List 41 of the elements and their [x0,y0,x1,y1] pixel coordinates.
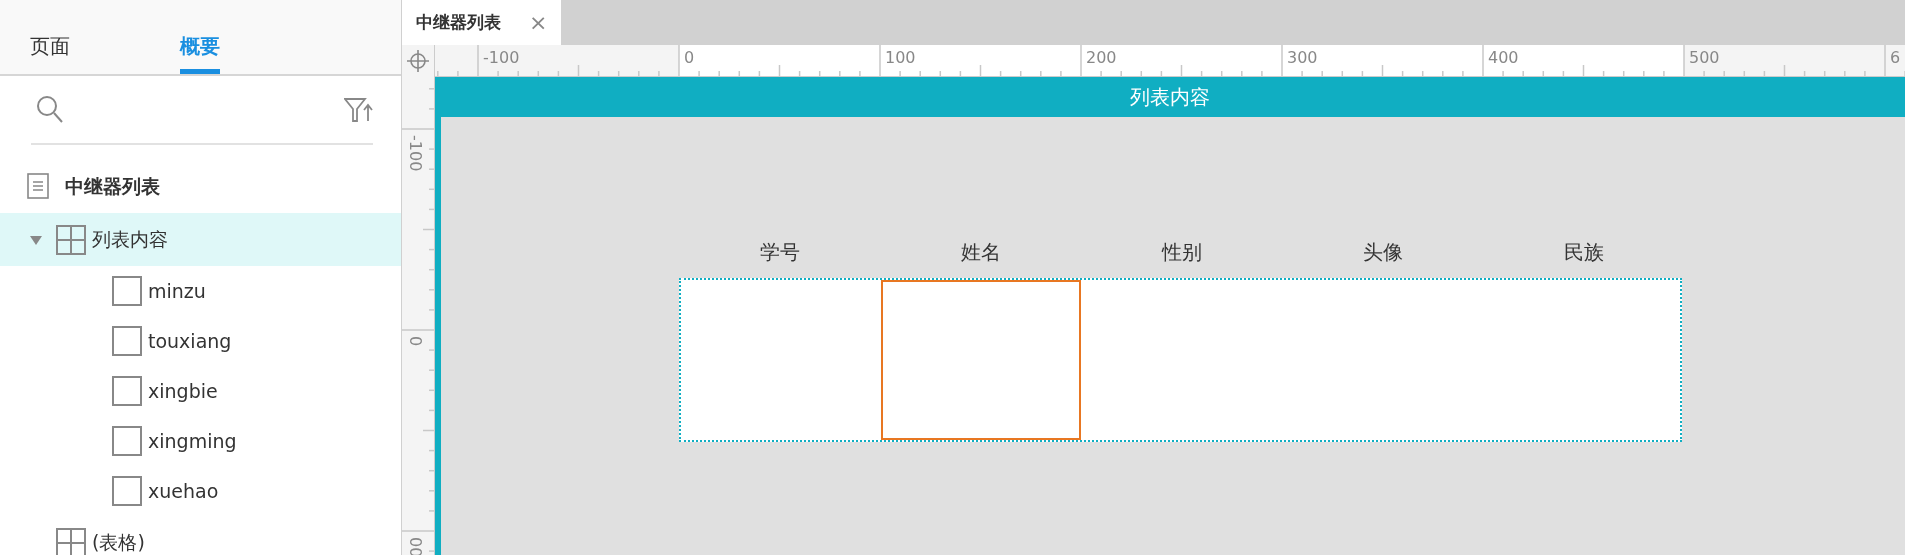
close-button[interactable]: × [529,11,548,34]
document-tab[interactable]: 中继器列表 × [402,0,562,45]
ruler-label: 100 [885,49,916,67]
ruler-label: 0 [684,49,695,67]
crosshair-icon[interactable] [407,50,429,72]
ruler-label: 500 [1689,49,1720,67]
column-header: 民族 [1562,239,1605,266]
ruler-label: 6 [1890,49,1901,67]
repeater-list[interactable] [679,278,1682,442]
outline-item[interactable]: xingbie [0,366,401,416]
column-header: 头像 [1361,239,1404,266]
tab-label[interactable]: 中继器列表 [416,9,501,36]
column-header: 学号 [758,239,801,266]
panel-tab[interactable]: 页面 [30,3,70,74]
square-icon [112,426,142,456]
outline-item[interactable]: touxiang [0,316,401,366]
outline-item[interactable]: xingming [0,416,401,466]
outline-item[interactable]: 列表内容 [0,213,401,266]
column-header: 性别 [1160,239,1203,266]
ruler-label: -100 [483,49,520,67]
ruler-label: 0 [406,336,424,347]
page-icon [27,173,49,199]
grid-icon [56,224,86,255]
grid-icon [56,527,86,555]
outline-item[interactable]: (表格) [0,516,401,555]
ruler-label: -100 [406,135,424,172]
ruler-label: 300 [1287,49,1318,67]
ruler-label: 400 [1488,49,1519,67]
column-header: 姓名 [959,239,1002,266]
square-icon [112,476,142,506]
outline-item[interactable]: minzu [0,266,401,316]
page-title[interactable]: 中继器列表 [65,171,160,201]
square-icon [112,376,142,406]
ruler-label: 200 [1086,49,1117,67]
square-icon [112,276,142,306]
outline-item[interactable]: xuehao [0,466,401,516]
caret-icon[interactable] [30,233,42,246]
selection-frame[interactable] [881,280,1081,440]
square-icon [112,326,142,356]
search-icon[interactable] [36,94,64,125]
filter-icon[interactable] [344,97,373,122]
